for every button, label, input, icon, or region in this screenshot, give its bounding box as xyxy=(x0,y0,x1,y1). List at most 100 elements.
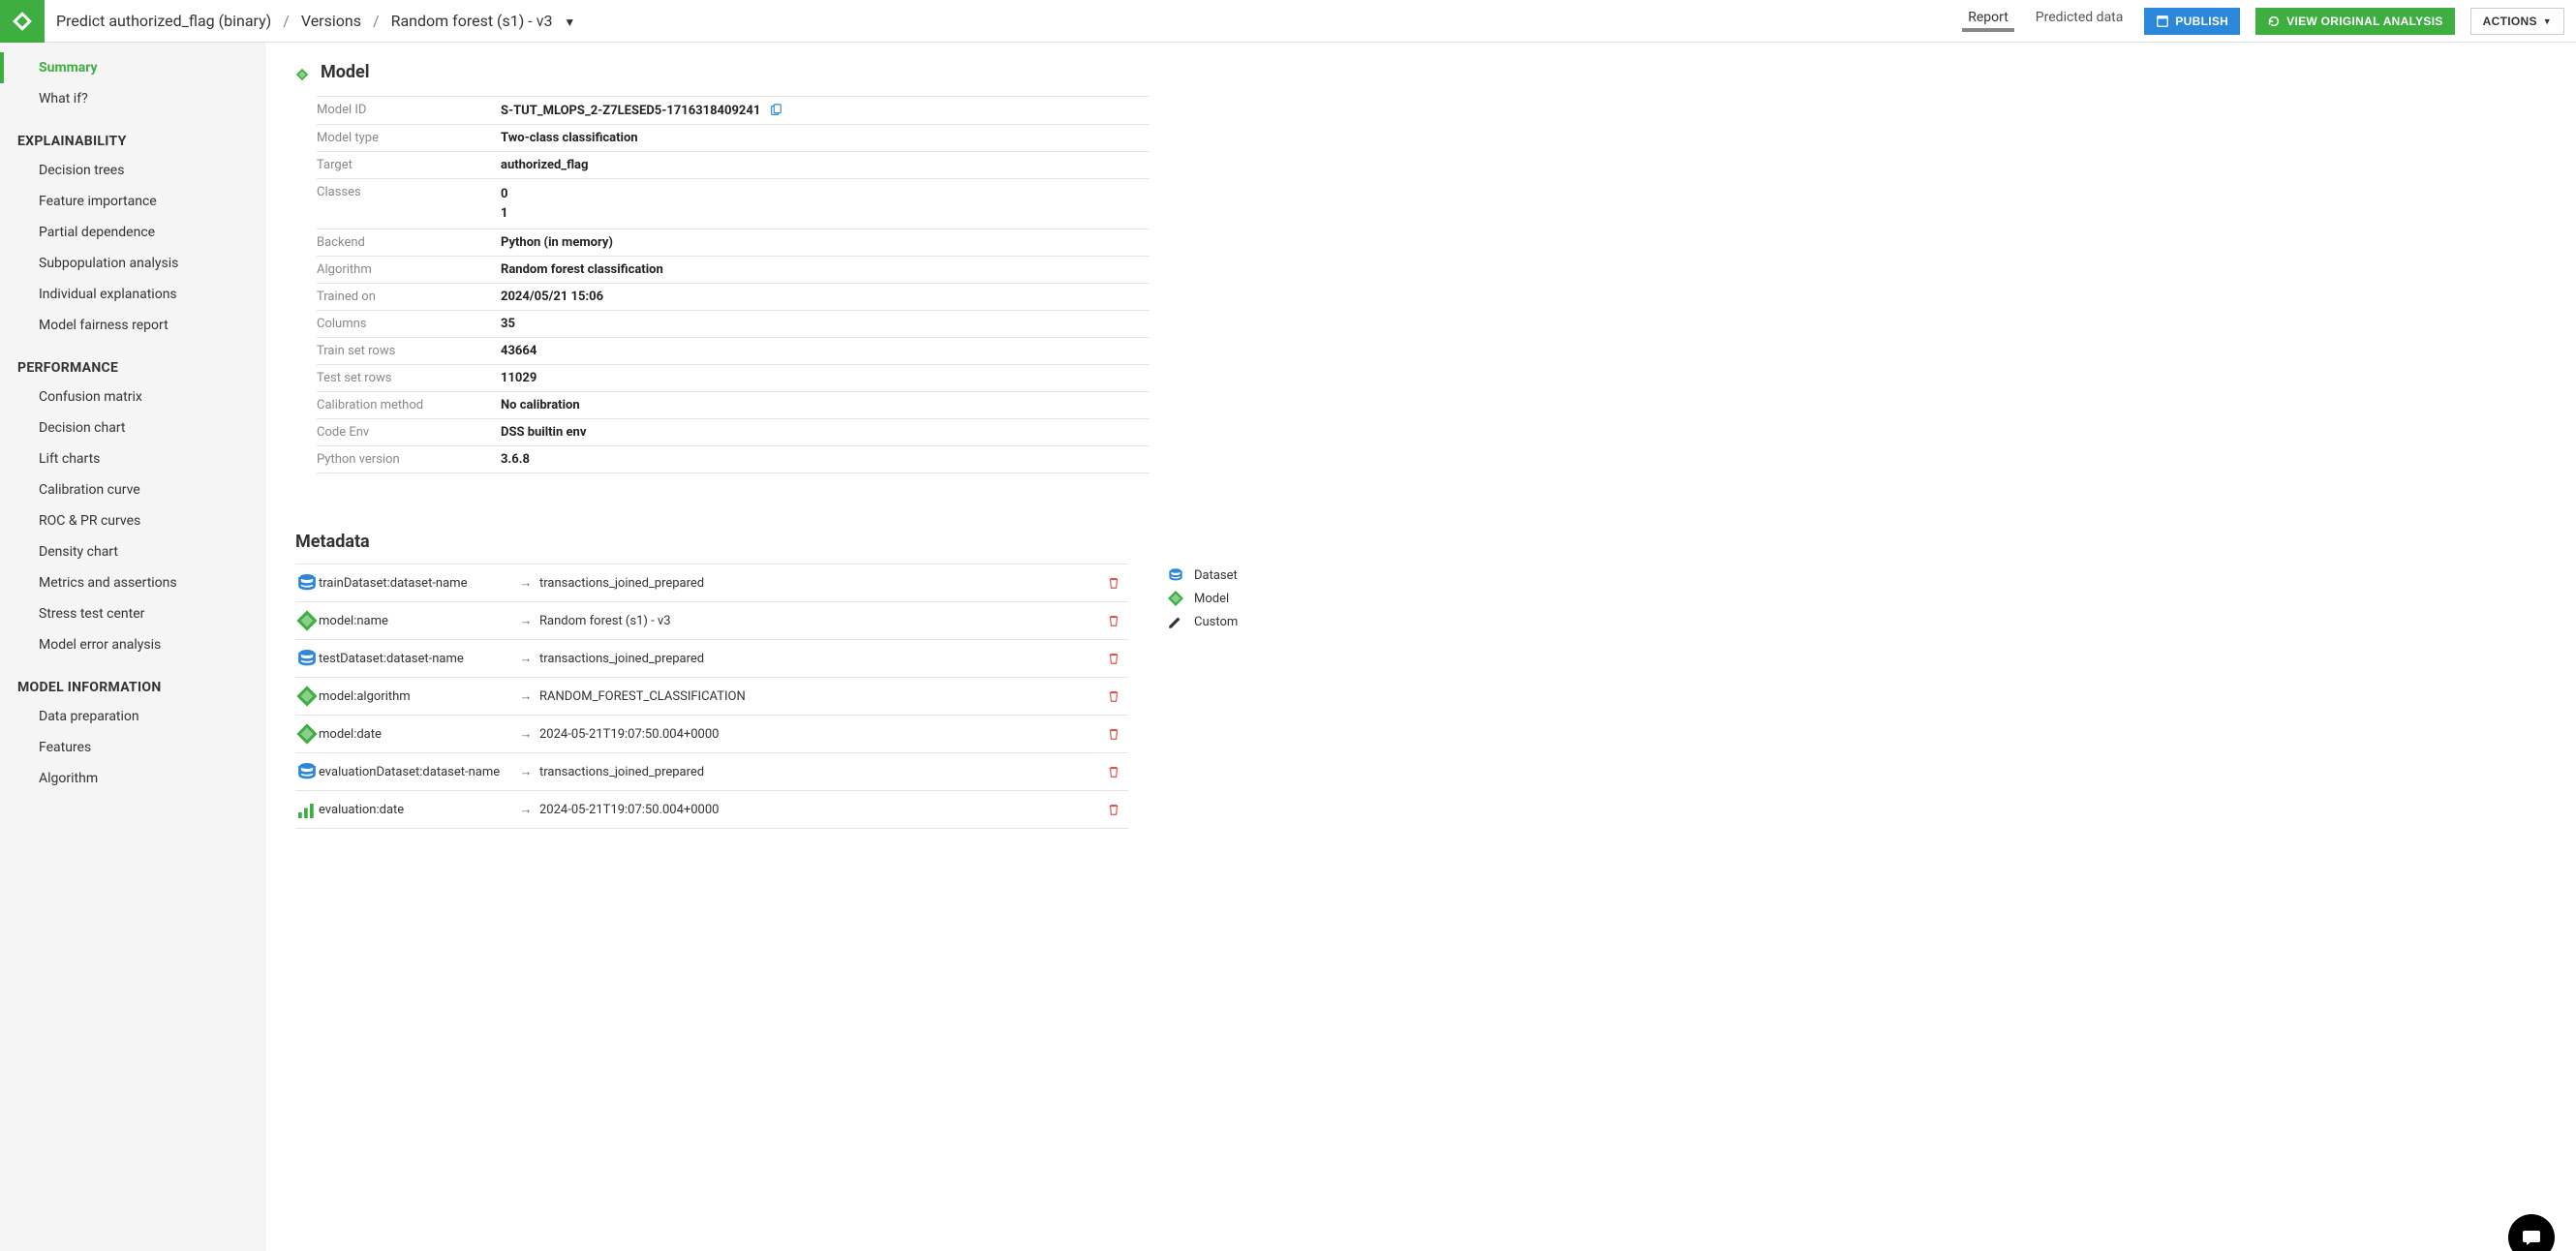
arrow-icon: → xyxy=(512,802,539,817)
sidebar-item-subpopulation-analysis[interactable]: Subpopulation analysis xyxy=(0,248,266,279)
metadata-row: model:name→Random forest (s1) - v3 xyxy=(295,601,1128,639)
model-detail-row: Train set rows43664 xyxy=(317,337,1150,364)
metadata-value: Random forest (s1) - v3 xyxy=(539,614,1099,628)
model-detail-row: Columns35 xyxy=(317,310,1150,337)
sidebar-item-decision-trees[interactable]: Decision trees xyxy=(0,155,266,186)
model-icon xyxy=(295,685,319,708)
tab-predicted-data[interactable]: Predicted data xyxy=(2030,10,2130,32)
model-section-title: Model xyxy=(295,62,2547,82)
metadata-row: evaluationDataset:dataset-name→transacti… xyxy=(295,752,1128,790)
copy-icon[interactable] xyxy=(768,103,783,118)
delete-icon[interactable] xyxy=(1099,652,1128,665)
metadata-key: trainDataset:dataset-name xyxy=(319,576,512,591)
model-detail-row: BackendPython (in memory) xyxy=(317,229,1150,256)
custom-icon xyxy=(1167,613,1184,630)
sidebar-item-calibration-curve[interactable]: Calibration curve xyxy=(0,474,266,505)
model-icon xyxy=(295,66,309,79)
sidebar-item-density-chart[interactable]: Density chart xyxy=(0,536,266,567)
content-area: Model Model IDS-TUT_MLOPS_2-Z7LESED5-171… xyxy=(266,43,2576,1251)
model-icon xyxy=(1167,590,1184,607)
delete-icon[interactable] xyxy=(1099,576,1128,590)
breadcrumb-separator: / xyxy=(373,12,380,30)
model-detail-value: 43664 xyxy=(501,344,537,358)
legend-item: Model xyxy=(1167,587,1361,610)
metadata-value: 2024-05-21T19:07:50.004+0000 xyxy=(539,803,1099,817)
metadata-value: transactions_joined_prepared xyxy=(539,576,1099,591)
model-detail-value: 2024/05/21 15:06 xyxy=(501,290,603,304)
model-detail-value: S-TUT_MLOPS_2-Z7LESED5-1716318409241 xyxy=(501,103,783,118)
chevron-down-icon: ▼ xyxy=(564,15,575,29)
dataset-icon xyxy=(295,760,319,783)
metadata-key: evaluation:date xyxy=(319,803,512,817)
sidebar-item-roc-pr-curves[interactable]: ROC & PR curves xyxy=(0,505,266,536)
sidebar-item-decision-chart[interactable]: Decision chart xyxy=(0,412,266,443)
breadcrumb-analysis[interactable]: Predict authorized_flag (binary) xyxy=(56,12,271,30)
model-detail-value: Two-class classification xyxy=(501,131,638,145)
delete-icon[interactable] xyxy=(1099,765,1128,778)
model-detail-label: Model ID xyxy=(317,103,501,118)
metadata-row: model:date→2024-05-21T19:07:50.004+0000 xyxy=(295,715,1128,752)
sidebar-item-individual-explanations[interactable]: Individual explanations xyxy=(0,279,266,310)
model-detail-label: Train set rows xyxy=(317,344,501,358)
sidebar-item-metrics-and-assertions[interactable]: Metrics and assertions xyxy=(0,567,266,598)
model-detail-value: 11029 xyxy=(501,371,537,385)
model-detail-value: Python (in memory) xyxy=(501,235,613,250)
model-detail-value: Random forest classification xyxy=(501,262,663,277)
dataset-icon xyxy=(295,571,319,595)
view-original-analysis-button[interactable]: View Original Analysis xyxy=(2255,8,2455,35)
model-detail-label: Test set rows xyxy=(317,371,501,385)
actions-dropdown[interactable]: Actions ▼ xyxy=(2470,8,2564,35)
delete-icon[interactable] xyxy=(1099,803,1128,816)
sidebar-item-algorithm[interactable]: Algorithm xyxy=(0,763,266,794)
app-logo[interactable] xyxy=(0,0,45,43)
sidebar-item-features[interactable]: Features xyxy=(0,732,266,763)
metadata-row: trainDataset:dataset-name→transactions_j… xyxy=(295,564,1128,601)
metadata-table: trainDataset:dataset-name → transactions_j… xyxy=(295,564,1128,829)
metadata-value: 2024-05-21T19:07:50.004+0000 xyxy=(539,727,1099,742)
topbar-actions: Report Predicted data Publish View Origi… xyxy=(1962,8,2576,35)
legend-item: Dataset xyxy=(1167,564,1361,587)
model-detail-row: Targetauthorized_flag xyxy=(317,151,1150,178)
model-detail-label: Algorithm xyxy=(317,262,501,277)
metadata-value: transactions_joined_prepared xyxy=(539,765,1099,779)
sidebar-item-summary[interactable]: Summary xyxy=(0,52,266,83)
sidebar-item-model-error-analysis[interactable]: Model error analysis xyxy=(0,629,266,660)
sidebar-item-partial-dependence[interactable]: Partial dependence xyxy=(0,217,266,248)
model-detail-row: Calibration methodNo calibration xyxy=(317,391,1150,418)
delete-icon[interactable] xyxy=(1099,727,1128,741)
publish-button[interactable]: Publish xyxy=(2144,8,2240,35)
sidebar-item-model-fairness-report[interactable]: Model fairness report xyxy=(0,310,266,341)
sidebar-heading: EXPLAINABILITY xyxy=(0,114,266,155)
breadcrumb-model-version[interactable]: Random forest (s1) - v3 ▼ xyxy=(391,12,576,30)
dataset-icon xyxy=(295,647,319,670)
metadata-key: evaluationDataset:dataset-name xyxy=(319,765,512,779)
tab-report[interactable]: Report xyxy=(1962,10,2014,32)
sidebar-item-lift-charts[interactable]: Lift charts xyxy=(0,443,266,474)
model-detail-row: Model IDS-TUT_MLOPS_2-Z7LESED5-171631840… xyxy=(317,96,1150,124)
publish-icon xyxy=(2156,15,2169,28)
metadata-key: model:algorithm xyxy=(319,689,512,704)
model-detail-value: authorized_flag xyxy=(501,158,588,172)
chevron-down-icon: ▼ xyxy=(2543,16,2552,26)
metadata-row: model:algorithm→RANDOM_FOREST_CLASSIFICA… xyxy=(295,677,1128,715)
dataset-icon xyxy=(1167,566,1184,584)
model-detail-row: Python version3.6.8 xyxy=(317,445,1150,473)
model-detail-row: Trained on2024/05/21 15:06 xyxy=(317,283,1150,310)
model-detail-label: Trained on xyxy=(317,290,501,304)
sidebar-item-confusion-matrix[interactable]: Confusion matrix xyxy=(0,381,266,412)
sidebar-item-feature-importance[interactable]: Feature importance xyxy=(0,186,266,217)
model-detail-label: Code Env xyxy=(317,425,501,440)
sidebar-item-data-preparation[interactable]: Data preparation xyxy=(0,701,266,732)
delete-icon[interactable] xyxy=(1099,614,1128,627)
breadcrumb-versions[interactable]: Versions xyxy=(301,12,361,30)
metadata-key: testDataset:dataset-name xyxy=(319,652,512,666)
arrow-icon: → xyxy=(512,726,539,742)
arrow-icon: → xyxy=(512,688,539,704)
delete-icon[interactable] xyxy=(1099,689,1128,703)
model-detail-row: Code EnvDSS builtin env xyxy=(317,418,1150,445)
sidebar-item-stress-test-center[interactable]: Stress test center xyxy=(0,598,266,629)
metadata-key: model:date xyxy=(319,727,512,742)
sidebar-item-what-if-[interactable]: What if? xyxy=(0,83,266,114)
model-icon xyxy=(295,609,319,632)
metadata-row: evaluation:date→2024-05-21T19:07:50.004+… xyxy=(295,790,1128,829)
